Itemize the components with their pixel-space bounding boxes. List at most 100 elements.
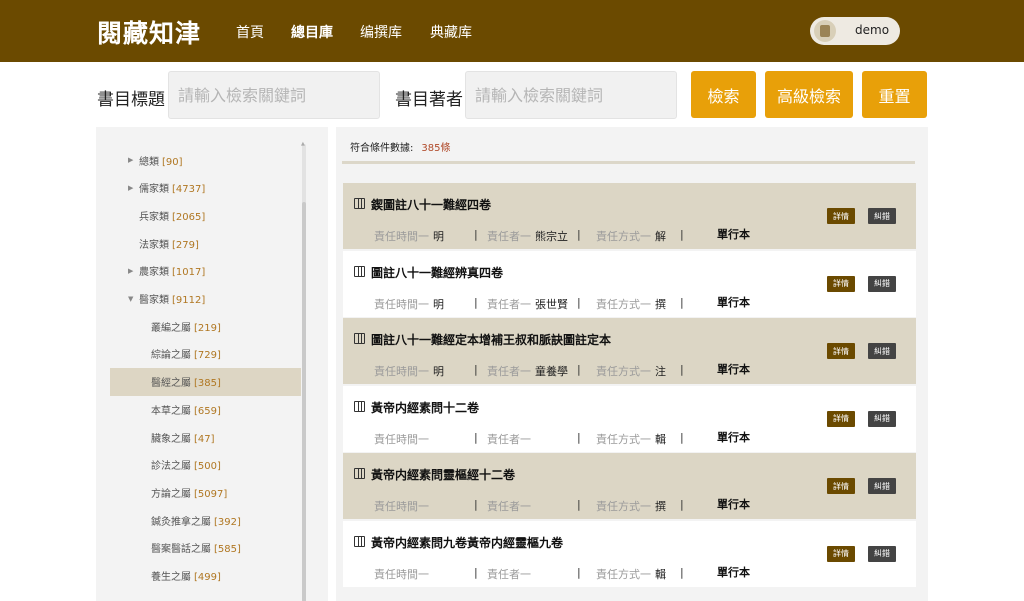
sidebar-item-label: 醫經之屬	[151, 378, 191, 390]
sidebar-item[interactable]: ▶ 儒家類 [4737]	[96, 174, 301, 202]
detail-button[interactable]: 詳情	[827, 208, 855, 224]
correct-button[interactable]: 糾錯	[868, 410, 896, 427]
separator: |	[474, 430, 478, 444]
result-card: 圖註八十一難經定本增補王叔和脈訣圖註定本 責任時間一明 | 責任者一 童養學 | 責任方式一…	[343, 318, 916, 384]
user-menu[interactable]: demo	[810, 17, 900, 45]
sidebar-item-count: [659]	[194, 405, 221, 417]
sidebar-item-text: 養生之屬 [499]	[151, 568, 221, 583]
sidebar-item[interactable]: 本草之屬 [659]	[96, 395, 301, 423]
sidebar-item-count: [500]	[194, 461, 221, 473]
sidebar-item[interactable]: ▼ 醫家類 [9112]	[96, 285, 301, 313]
sidebar-item[interactable]: ▶ 農家類 [1017]	[96, 257, 301, 285]
result-title[interactable]: 圖註八十一難經辨真四卷	[371, 264, 503, 281]
sidebar-item[interactable]: 醫案醫話之屬 [585]	[96, 534, 301, 562]
sidebar-item[interactable]: 法家類 [279]	[96, 229, 301, 257]
detail-button[interactable]: 詳情	[827, 275, 855, 292]
result-count: 符合條件數據: 385條	[350, 139, 450, 154]
meta-person: 責任者一 張世賢	[487, 296, 568, 312]
correct-button[interactable]: 糾錯	[868, 275, 896, 292]
advanced-search-button[interactable]: 高級檢索	[765, 71, 853, 118]
book-icon	[354, 535, 365, 547]
site-logo[interactable]: 閱藏知津	[97, 14, 201, 50]
avatar	[814, 20, 836, 42]
reset-button[interactable]: 重置	[862, 71, 927, 118]
meta-person: 責任者一 童養學	[487, 363, 568, 379]
edition-type: 單行本	[717, 498, 750, 511]
nav-compile[interactable]: 编撰库	[360, 22, 402, 42]
separator: |	[680, 498, 684, 511]
separator: |	[577, 228, 581, 241]
sidebar-item-label: 醫家類	[139, 295, 169, 306]
result-title[interactable]: 黃帝内經素問九卷黃帝内經靈樞九卷	[371, 534, 563, 551]
meta-mode-label: 責任方式一	[596, 432, 651, 446]
edition-type: 單行本	[717, 430, 750, 444]
caret-right-icon[interactable]: ▶	[128, 267, 133, 275]
author-search-label: 書目著者	[395, 90, 463, 110]
separator: |	[680, 430, 684, 444]
meta-time: 責任時間一	[374, 566, 433, 582]
meta-mode: 責任方式一撰	[596, 296, 666, 312]
result-title[interactable]: 圖註八十一難經定本增補王叔和脈訣圖註定本	[371, 331, 611, 348]
sidebar-item-text: 鍼灸推拿之屬 [392]	[151, 513, 241, 528]
meta-time-label: 責任時間一	[374, 365, 429, 378]
sidebar-item-text: 本草之屬 [659]	[151, 402, 221, 417]
title-search-label: 書目標題	[97, 90, 165, 110]
search-button[interactable]: 檢索	[691, 71, 756, 118]
sidebar-item[interactable]: 叢編之屬 [219]	[96, 312, 301, 340]
book-icon	[354, 400, 365, 412]
sidebar-item[interactable]: 養生之屬 [499]	[96, 562, 301, 590]
meta-mode-label: 責任方式一	[596, 365, 651, 378]
meta-person-label: 責任者一	[487, 567, 531, 581]
nav-collection[interactable]: 典藏库	[430, 22, 472, 42]
sidebar-item[interactable]: 臟象之屬 [47]	[96, 423, 301, 451]
result-title[interactable]: 鍥圖註八十一難經四卷	[371, 196, 491, 213]
sidebar-item-text: 農家類 [1017]	[139, 263, 205, 278]
caret-right-icon[interactable]: ▶	[128, 156, 133, 164]
sidebar-item[interactable]: ▶ 總類 [90]	[96, 146, 301, 174]
correct-button[interactable]: 糾錯	[868, 343, 896, 359]
meta-mode: 責任方式一解	[596, 228, 666, 244]
result-title[interactable]: 黃帝内經素問十二卷	[371, 399, 479, 416]
scroll-up-icon[interactable]: ▲	[301, 141, 305, 147]
caret-down-icon[interactable]: ▼	[128, 295, 133, 303]
meta-time: 責任時間一	[374, 431, 433, 447]
sidebar-item-text: 儒家類 [4737]	[139, 180, 205, 195]
meta-person: 責任者一	[487, 566, 535, 582]
sidebar-item-text: 醫家類 [9112]	[139, 291, 205, 306]
meta-time-value: 明	[433, 297, 444, 311]
correct-button[interactable]: 糾錯	[868, 478, 896, 494]
detail-button[interactable]: 詳情	[827, 343, 855, 359]
meta-person-value: 童養學	[535, 365, 568, 378]
sidebar-item-label: 本草之屬	[151, 405, 191, 417]
results-panel: 符合條件數據: 385條 鍥圖註八十一難經四卷 責任時間一明 | 責任者一 熊宗立 | 責任方…	[336, 127, 928, 601]
sidebar-item[interactable]: 綜論之屬 [729]	[96, 340, 301, 368]
author-search-input[interactable]	[465, 71, 677, 119]
edition-type: 單行本	[717, 363, 750, 376]
sidebar-item-label: 法家類	[139, 239, 169, 251]
meta-time-label: 責任時間一	[374, 230, 429, 243]
result-title[interactable]: 黃帝内經素問靈樞經十二卷	[371, 466, 515, 483]
meta-mode: 責任方式一輯	[596, 566, 666, 582]
sidebar-item[interactable]: 兵家類 [2065]	[96, 201, 301, 229]
nav-catalog[interactable]: 總目庫	[291, 22, 333, 42]
title-search-input[interactable]	[168, 71, 380, 119]
detail-button[interactable]: 詳情	[827, 478, 855, 494]
sidebar-item[interactable]: 方論之屬 [5097]	[96, 478, 301, 506]
detail-button[interactable]: 詳情	[827, 545, 855, 562]
sidebar-item[interactable]: 醫經之屬 [385]	[110, 367, 301, 396]
sidebar-item[interactable]: 診法之屬 [500]	[96, 451, 301, 479]
nav-home[interactable]: 首頁	[236, 22, 264, 42]
sidebar-item-count: [90]	[162, 156, 183, 168]
correct-button[interactable]: 糾錯	[868, 208, 896, 224]
meta-person-label: 責任者一	[487, 432, 531, 446]
separator: |	[577, 430, 581, 444]
correct-button[interactable]: 糾錯	[868, 545, 896, 562]
meta-person-label: 責任者一	[487, 230, 531, 243]
meta-mode-value: 注	[655, 365, 666, 378]
detail-button[interactable]: 詳情	[827, 410, 855, 427]
scrollbar-thumb[interactable]	[302, 202, 306, 601]
meta-person-label: 責任者一	[487, 297, 531, 311]
sidebar-item[interactable]: 鍼灸推拿之屬 [392]	[96, 506, 301, 534]
caret-right-icon[interactable]: ▶	[128, 184, 133, 192]
meta-time: 責任時間一明	[374, 296, 444, 312]
